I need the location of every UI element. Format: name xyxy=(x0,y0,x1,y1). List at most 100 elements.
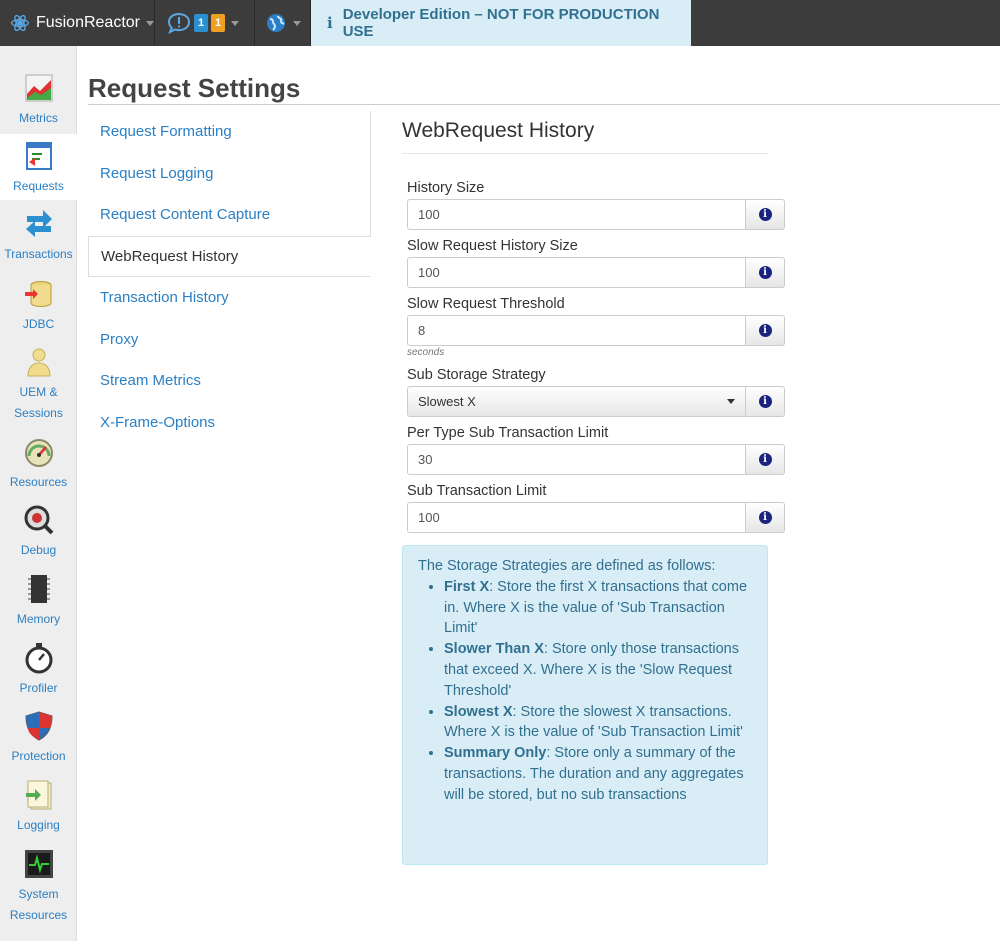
sub-storage-strategy-info-button[interactable]: i xyxy=(746,386,785,417)
history-size-field: History Size i xyxy=(407,180,785,230)
sidebar-item-uem-sessions[interactable]: UEM & Sessions xyxy=(0,346,77,424)
per-type-sub-transaction-limit-input[interactable] xyxy=(407,444,746,475)
slow-request-threshold-info-button[interactable]: i xyxy=(746,315,785,346)
sidebar-item-system-resources[interactable]: System Resources xyxy=(0,848,77,926)
sub-storage-strategy-field: Sub Storage Strategy Slowest X i xyxy=(407,367,785,417)
logging-icon xyxy=(25,780,51,810)
sidebar-label: Resources xyxy=(9,475,68,489)
notifications-menu[interactable]: 1 1 xyxy=(155,0,255,46)
strategy-term: First X xyxy=(444,578,490,595)
main-sidebar: Metrics Requests Transactions JDBC UEM & xyxy=(0,46,77,941)
developer-edition-banner: i Developer Edition – NOT FOR PRODUCTION… xyxy=(311,0,691,46)
sidebar-label: Sessions xyxy=(14,406,63,420)
list-item: Slower Than X: Store only those transact… xyxy=(444,639,752,701)
field-label: Sub Transaction Limit xyxy=(407,483,547,499)
sidebar-item-debug[interactable]: Debug xyxy=(0,504,77,561)
fusionreactor-logo-icon xyxy=(10,14,29,32)
requests-icon xyxy=(25,142,52,170)
subnav-item-request-formatting[interactable]: Request Formatting xyxy=(88,111,370,153)
slow-request-history-size-field: Slow Request History Size i xyxy=(407,238,785,288)
subnav-item-webrequest-history[interactable]: WebRequest History xyxy=(88,235,370,277)
slow-request-history-size-info-button[interactable]: i xyxy=(746,257,785,288)
shield-icon xyxy=(24,711,53,741)
sidebar-label: Requests xyxy=(13,179,64,193)
list-item: First X: Store the first X transactions … xyxy=(444,577,752,639)
sub-transaction-limit-info-button[interactable]: i xyxy=(746,502,785,533)
metrics-icon xyxy=(25,74,52,102)
sidebar-label: Profiler xyxy=(19,681,58,695)
info-count-badge: 1 xyxy=(194,14,208,32)
strategy-description: : Store the first X transactions that co… xyxy=(444,578,748,637)
sidebar-item-protection[interactable]: Protection xyxy=(0,710,77,767)
subnav-item-request-content-capture[interactable]: Request Content Capture xyxy=(88,194,370,236)
chevron-down-icon xyxy=(231,20,239,26)
history-size-info-button[interactable]: i xyxy=(746,199,785,230)
sidebar-item-profiler[interactable]: Profiler xyxy=(0,642,77,699)
subnav-item-transaction-history[interactable]: Transaction History xyxy=(88,277,370,319)
system-monitor-icon xyxy=(24,850,53,878)
sidebar-label: UEM & xyxy=(19,385,58,399)
sidebar-item-memory[interactable]: Memory xyxy=(0,573,77,630)
strategy-term: Summary Only xyxy=(444,745,547,762)
sidebar-item-requests[interactable]: Requests xyxy=(0,134,77,200)
info-icon: i xyxy=(758,511,772,524)
info-icon: i xyxy=(758,453,772,466)
subnav-item-request-logging[interactable]: Request Logging xyxy=(88,153,370,195)
info-icon: i xyxy=(758,324,772,337)
chevron-down-icon xyxy=(146,20,154,26)
sidebar-label: Metrics xyxy=(19,111,58,125)
info-icon: i xyxy=(758,266,772,279)
sidebar-item-logging[interactable]: Logging xyxy=(0,779,77,836)
field-help-text: seconds xyxy=(407,347,445,358)
sub-transaction-limit-field: Sub Transaction Limit i xyxy=(407,483,785,533)
resources-icon xyxy=(24,439,53,467)
info-icon: i xyxy=(758,208,772,221)
uem-icon xyxy=(26,348,51,377)
per-type-sub-transaction-limit-info-button[interactable]: i xyxy=(746,444,785,475)
history-size-input[interactable] xyxy=(407,199,746,230)
subnav-item-proxy[interactable]: Proxy xyxy=(88,319,370,361)
speech-bubble-alert-icon xyxy=(167,12,191,34)
transactions-icon xyxy=(25,210,52,237)
list-item: Slowest X: Store the slowest X transacti… xyxy=(444,702,752,744)
field-label: Slow Request History Size xyxy=(407,238,578,254)
chevron-down-icon xyxy=(293,20,301,26)
globe-icon xyxy=(267,14,285,32)
sub-storage-strategy-select[interactable]: Slowest X xyxy=(407,386,746,417)
slow-request-threshold-input[interactable] xyxy=(407,315,746,346)
sidebar-label: System xyxy=(18,887,59,901)
subnav-divider xyxy=(370,111,371,237)
sidebar-item-resources[interactable]: Resources xyxy=(0,436,77,493)
field-label: Per Type Sub Transaction Limit xyxy=(407,425,609,441)
brand-menu[interactable]: FusionReactor xyxy=(0,0,155,46)
banner-text: Developer Edition – NOT FOR PRODUCTION U… xyxy=(342,6,660,40)
slow-request-history-size-input[interactable] xyxy=(407,257,746,288)
sidebar-item-jdbc[interactable]: JDBC xyxy=(0,278,77,335)
subnav-item-x-frame-options[interactable]: X-Frame-Options xyxy=(88,402,370,444)
info-icon: i xyxy=(327,14,333,32)
sidebar-label: Transactions xyxy=(4,247,73,261)
subnav-item-stream-metrics[interactable]: Stream Metrics xyxy=(88,360,370,402)
strategy-term: Slowest X xyxy=(444,703,513,720)
sidebar-label: JDBC xyxy=(22,317,55,331)
brand-name: FusionReactor xyxy=(35,14,140,31)
stopwatch-icon xyxy=(25,643,52,674)
sidebar-item-transactions[interactable]: Transactions xyxy=(0,208,77,265)
memory-icon xyxy=(27,575,50,603)
sub-transaction-limit-input[interactable] xyxy=(407,502,746,533)
section-title: WebRequest History xyxy=(402,119,595,142)
chevron-down-icon xyxy=(727,399,735,404)
select-value: Slowest X xyxy=(418,394,476,409)
instance-menu[interactable] xyxy=(255,0,311,46)
sidebar-item-metrics[interactable]: Metrics xyxy=(0,72,77,129)
strategy-term: Slower Than X xyxy=(444,641,544,658)
sidebar-label: Memory xyxy=(16,612,61,626)
jdbc-icon xyxy=(24,281,51,307)
storage-strategies-info-box: The Storage Strategies are defined as fo… xyxy=(402,545,768,865)
info-icon: i xyxy=(758,395,772,408)
settings-subnav: Request Formatting Request Logging Reque… xyxy=(88,111,370,443)
strategy-list: First X: Store the first X transactions … xyxy=(418,577,752,806)
warning-count-badge: 1 xyxy=(211,14,225,32)
sidebar-label: Debug xyxy=(20,543,57,557)
list-item: Summary Only: Store only a summary of th… xyxy=(444,743,752,805)
